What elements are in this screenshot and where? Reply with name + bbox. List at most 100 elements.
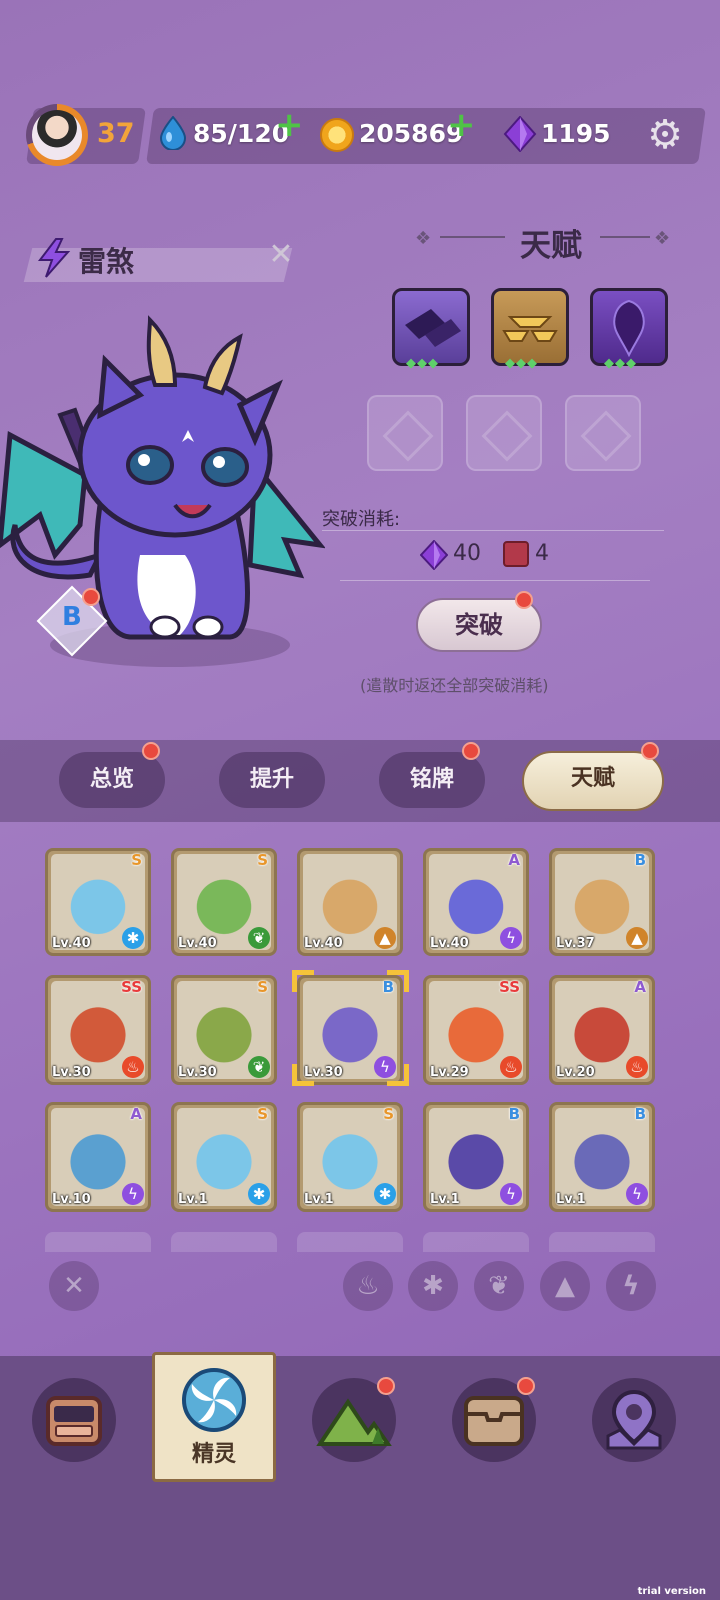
ice-element-icon: ✱: [374, 1183, 396, 1205]
pet-rank: A: [130, 1105, 142, 1123]
pet-card[interactable]: B Lv.37 ▲: [549, 848, 655, 956]
leaf-filter-icon[interactable]: ❦: [474, 1261, 524, 1311]
tab-overview-badge: [142, 742, 160, 760]
pet-card[interactable]: A Lv.40 ϟ: [423, 848, 529, 956]
card-placeholder: [423, 1232, 529, 1252]
bolt-element-icon: ϟ: [500, 1183, 522, 1205]
tab-overview[interactable]: 总览: [59, 752, 165, 808]
selection-corner: [292, 970, 314, 992]
player-level: 37: [97, 118, 135, 149]
tab-talent-badge: [641, 742, 659, 760]
break-badge-dot: [515, 591, 533, 609]
gem-icon: [503, 116, 537, 152]
pet-card[interactable]: S Lv.1 ✱: [297, 1102, 403, 1212]
gear-icon[interactable]: ⚙: [644, 114, 686, 156]
gold-bowls-talent-icon[interactable]: [491, 288, 569, 366]
pet-level: Lv.40: [52, 936, 91, 951]
leaf-element-icon: ❦: [248, 1056, 270, 1078]
gem-value: 1195: [541, 119, 611, 148]
pet-card[interactable]: Lv.40 ▲: [297, 848, 403, 956]
pet-level: Lv.1: [430, 1192, 460, 1207]
close-icon[interactable]: ✕: [266, 240, 296, 270]
backpack-nav-icon: [46, 1396, 102, 1446]
pet-rank: S: [383, 1105, 394, 1123]
pet-rank: SS: [499, 978, 520, 996]
avatar[interactable]: [26, 104, 88, 166]
add-energy-button[interactable]: +: [275, 108, 304, 142]
break-cost-label: 突破消耗:: [322, 509, 401, 530]
map-nav-button[interactable]: [592, 1378, 676, 1462]
pet-level: Lv.1: [304, 1192, 334, 1207]
pet-level: Lv.29: [430, 1065, 469, 1080]
pet-card[interactable]: B Lv.1 ϟ: [549, 1102, 655, 1212]
empty-talent-slot: [367, 395, 443, 471]
selection-corner: [387, 970, 409, 992]
talent-2-level: ◆◆◆: [505, 356, 538, 371]
pet-rank: S: [257, 978, 268, 996]
fire-filter-icon[interactable]: ♨: [343, 1261, 393, 1311]
purple-drop-talent-icon[interactable]: [590, 288, 668, 366]
pet-level: Lv.1: [178, 1192, 208, 1207]
mountain-nav-badge: [377, 1377, 395, 1395]
selection-corner: [292, 1064, 314, 1086]
pet-card[interactable]: B Lv.1 ϟ: [423, 1102, 529, 1212]
ice-filter-icon[interactable]: ✱: [408, 1261, 458, 1311]
break-cost-gem: 40: [453, 541, 481, 566]
pet-rank: B: [634, 851, 646, 869]
talent-ornament-right: ❖: [654, 228, 671, 249]
pet-rank: A: [508, 851, 520, 869]
pet-name: 雷煞: [78, 245, 135, 278]
talent-ornament-left: ❖: [415, 228, 432, 249]
card-placeholder: [549, 1232, 655, 1252]
bolt-element-icon: ϟ: [626, 1183, 648, 1205]
card-placeholder: [171, 1232, 277, 1252]
pet-card[interactable]: A Lv.20 ♨: [549, 975, 655, 1085]
rank-badge-dot: [82, 588, 100, 606]
pet-card[interactable]: SS Lv.29 ♨: [423, 975, 529, 1085]
pet-card[interactable]: S Lv.40 ❦: [171, 848, 277, 956]
pet-rank: S: [131, 851, 142, 869]
coin-icon: [320, 118, 354, 152]
divider: [322, 530, 664, 531]
tab-talent[interactable]: 天赋: [522, 751, 664, 811]
tab-upgrade[interactable]: 提升: [219, 752, 325, 808]
bolt-element-icon: ϟ: [122, 1183, 144, 1205]
pet-card[interactable]: S Lv.1 ✱: [171, 1102, 277, 1212]
add-coin-button[interactable]: +: [447, 108, 476, 142]
avatar-image: [32, 110, 82, 160]
pet-rank: S: [257, 1105, 268, 1123]
pet-card[interactable]: S Lv.30 ❦: [171, 975, 277, 1085]
pet-level: Lv.20: [556, 1065, 595, 1080]
pet-rank: B: [508, 1105, 520, 1123]
gem-icon: [420, 540, 448, 570]
pet-card[interactable]: A Lv.10 ϟ: [45, 1102, 151, 1212]
rock-element-icon: ▲: [626, 927, 648, 949]
card-placeholder: [297, 1232, 403, 1252]
talent-1-level: ◆◆◆: [406, 356, 439, 371]
rock-filter-icon[interactable]: ▲: [540, 1261, 590, 1311]
spirit-nav-icon: [182, 1368, 246, 1432]
pet-card[interactable]: SS Lv.30 ♨: [45, 975, 151, 1085]
card-placeholder: [45, 1232, 151, 1252]
talent-book-icon: [503, 541, 529, 567]
talent-ornament-line-right: [600, 236, 650, 238]
pet-level: Lv.10: [52, 1192, 91, 1207]
chest-nav-badge: [517, 1377, 535, 1395]
pet-rank: A: [634, 978, 646, 996]
ice-element-icon: ✱: [248, 1183, 270, 1205]
close-filter-icon[interactable]: ✕: [49, 1261, 99, 1311]
pet-level: Lv.40: [178, 936, 217, 951]
tab-nameplate[interactable]: 铭牌: [379, 752, 485, 808]
water-drop-icon: [159, 116, 187, 150]
fire-element-icon: ♨: [500, 1056, 522, 1078]
bolt-filter-icon[interactable]: ϟ: [606, 1261, 656, 1311]
watermark: trial version: [637, 1586, 706, 1597]
pet-card[interactable]: S Lv.40 ✱: [45, 848, 151, 956]
divider: [340, 580, 650, 581]
purple-tiles-talent-icon[interactable]: [392, 288, 470, 366]
pet-rank: SS: [121, 978, 142, 996]
empty-talent-slot: [565, 395, 641, 471]
backpack-nav-button[interactable]: [32, 1378, 116, 1462]
empty-talent-slot: [466, 395, 542, 471]
map-pin-nav-icon: [606, 1389, 662, 1450]
